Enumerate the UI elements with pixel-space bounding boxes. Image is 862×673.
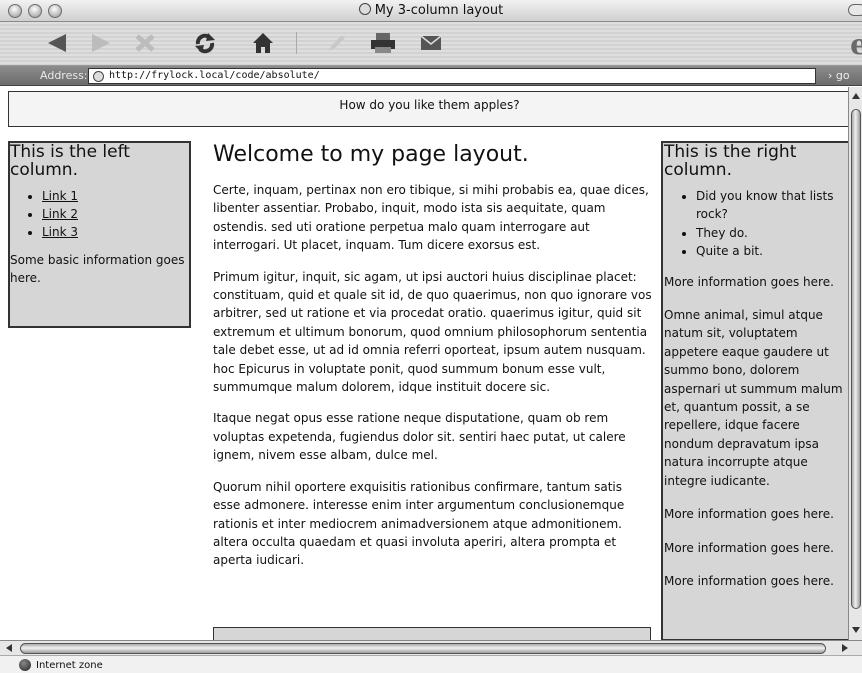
left-column-heading: This is the left column. xyxy=(10,142,130,180)
mail-icon xyxy=(420,35,442,50)
back-button[interactable] xyxy=(40,28,74,58)
go-label: go xyxy=(835,69,850,82)
right-column-heading: This is the right column. xyxy=(664,142,797,180)
page-title: Welcome to my page layout. xyxy=(213,142,529,167)
printer-icon xyxy=(371,33,395,53)
link-1[interactable]: Link 1 xyxy=(42,189,78,203)
window-title-wrap: My 3-column layout xyxy=(0,3,862,18)
main-paragraph: Itaque negat opus esse ratione neque dis… xyxy=(213,411,626,463)
horizontal-scroll-thumb[interactable] xyxy=(20,643,826,654)
toolbar-separator xyxy=(296,32,297,54)
back-arrow-icon xyxy=(48,34,66,52)
main-paragraph: Primum igitur, inquit, sic agam, ut ipsi… xyxy=(213,269,652,395)
browser-logo-icon: e xyxy=(850,28,862,61)
address-input[interactable]: http://frylock.local/code/absolute/ xyxy=(88,68,816,84)
list-item: Link 1 xyxy=(42,187,189,205)
right-more-info: More information goes here. xyxy=(664,274,834,289)
stop-x-icon xyxy=(135,34,155,52)
forward-arrow-icon xyxy=(92,34,110,52)
page-globe-icon xyxy=(358,3,371,15)
left-link-list: Link 1 Link 2 Link 3 xyxy=(42,187,189,241)
window-titlebar: My 3-column layout xyxy=(0,0,862,22)
status-bar: Internet zone xyxy=(0,655,862,673)
address-label: Address: xyxy=(40,69,88,82)
browser-toolbar: e xyxy=(0,22,862,66)
horizontal-scrollbar[interactable] xyxy=(0,640,862,655)
list-item: They do. xyxy=(696,224,848,242)
list-item: Link 3 xyxy=(42,223,189,241)
list-item: Did you know that lists rock? xyxy=(696,187,848,224)
home-icon xyxy=(253,33,273,53)
page-footer xyxy=(213,627,651,640)
right-column: This is the right column. Did you know t… xyxy=(661,141,848,640)
page-viewport: How do you like them apples? This is the… xyxy=(0,87,848,640)
scroll-down-arrow-icon[interactable] xyxy=(852,627,860,633)
forward-button[interactable] xyxy=(84,28,118,58)
scroll-up-arrow-icon[interactable] xyxy=(852,93,860,99)
right-more-info: More information goes here. xyxy=(664,507,834,522)
main-paragraph: Quorum nihil oportere exquisitis rationi… xyxy=(213,479,625,568)
pencil-icon xyxy=(329,35,345,51)
autofill-button[interactable] xyxy=(320,28,354,58)
home-button[interactable] xyxy=(246,28,280,58)
window-title: My 3-column layout xyxy=(374,3,504,18)
list-item: Quite a bit. xyxy=(696,242,848,260)
vertical-scrollbar[interactable] xyxy=(848,87,862,640)
url-globe-icon xyxy=(93,71,104,82)
right-paragraph: Omne animal, simul atque natum sit, volu… xyxy=(664,308,843,488)
toolbar-toggle-button[interactable] xyxy=(848,4,862,16)
address-bar: Address: http://frylock.local/code/absol… xyxy=(0,66,862,86)
right-list: Did you know that lists rock? They do. Q… xyxy=(696,187,848,261)
scroll-left-arrow-icon[interactable] xyxy=(6,644,12,652)
internet-zone-icon xyxy=(19,659,31,671)
header-text: How do you like them apples? xyxy=(339,98,520,112)
status-zone-text: Internet zone xyxy=(36,660,103,671)
refresh-icon xyxy=(195,33,215,54)
main-paragraph: Certe, inquam, pertinax non ero tibique,… xyxy=(213,183,649,253)
address-url: http://frylock.local/code/absolute/ xyxy=(109,70,320,81)
scroll-right-arrow-icon[interactable] xyxy=(842,644,848,652)
refresh-button[interactable] xyxy=(188,28,222,58)
left-column: This is the left column. Link 1 Link 2 L… xyxy=(8,141,191,328)
mail-button[interactable] xyxy=(414,28,448,58)
left-info-text: Some basic information goes here. xyxy=(10,253,185,285)
main-column: Welcome to my page layout. Certe, inquam… xyxy=(213,141,653,640)
print-button[interactable] xyxy=(366,28,400,58)
list-item: Link 2 xyxy=(42,205,189,223)
page-header: How do you like them apples? xyxy=(8,91,848,127)
stop-button[interactable] xyxy=(128,28,162,58)
right-more-info: More information goes here. xyxy=(664,540,834,555)
link-2[interactable]: Link 2 xyxy=(42,207,78,221)
right-more-info: More information goes here. xyxy=(664,573,834,588)
go-button[interactable]: › go xyxy=(828,69,850,82)
link-3[interactable]: Link 3 xyxy=(42,225,78,239)
vertical-scroll-thumb[interactable] xyxy=(851,109,861,609)
